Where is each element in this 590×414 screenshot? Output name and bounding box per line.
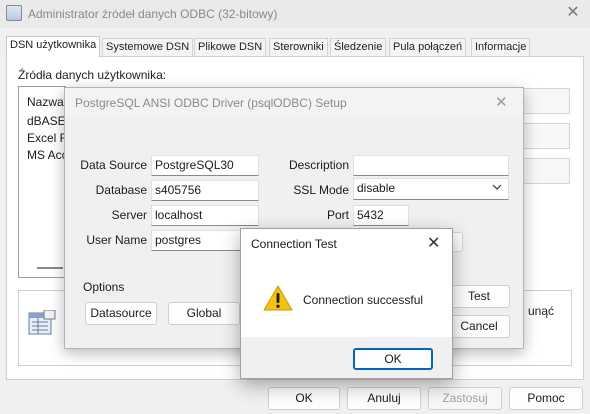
datasource-options-button[interactable]: Datasource [85,302,157,325]
ssl-mode-select[interactable]: disable [353,178,509,200]
odbc-app-icon [6,5,22,21]
connection-test-dialog: Connection Test ✕ Connection successful … [240,228,453,379]
global-options-button[interactable]: Global [168,302,240,325]
list-column-header-name[interactable]: Nazwa [27,95,64,109]
server-label: Server [111,208,147,222]
port-field[interactable]: 5432 [353,205,409,226]
list-item[interactable]: dBASE [27,114,66,128]
user-data-sources-label: Źródła danych użytkownika: [18,68,167,82]
database-label: Database [95,183,147,197]
help-button[interactable]: Pomoc [509,387,583,410]
setup-cancel-button[interactable]: Cancel [448,315,510,338]
tab-about[interactable]: Informacje [471,38,531,56]
data-source-info-icon [28,310,56,335]
user-data-sources-list[interactable]: Nazwa dBASE Excel Fi MS Acc [18,86,70,278]
list-item[interactable]: MS Acc [27,148,68,162]
admin-titlebar: Administrator źródeł danych ODBC (32-bit… [0,0,590,28]
test-button[interactable]: Test [448,285,510,308]
connection-dialog-footer: OK [241,337,452,378]
description-field[interactable] [353,155,509,176]
list-horizontal-scrollbar[interactable] [37,267,63,269]
tab-user-dsn[interactable]: DSN użytkownika [6,36,101,57]
port-label: Port [326,208,349,222]
tab-system-dsn[interactable]: Systemowe DSN [102,38,194,56]
database-field[interactable]: s405756 [151,180,259,201]
info-text-partial: unąć [528,304,555,318]
tab-drivers[interactable]: Sterowniki [269,38,328,56]
tab-tracing[interactable]: Śledzenie [330,38,387,56]
user-name-label: User Name [86,233,147,247]
ssl-mode-value: disable [357,181,396,195]
close-icon[interactable]: ✕ [427,233,440,253]
tab-file-dsn[interactable]: Plikowe DSN [194,38,267,56]
chevron-down-icon [492,184,502,190]
ok-button[interactable]: OK [353,348,433,370]
admin-close-icon[interactable]: ✕ [560,3,586,23]
data-source-field[interactable]: PostgreSQL30 [151,155,259,176]
admin-window-title: Administrator źródeł danych ODBC (32-bit… [28,7,278,21]
setup-dialog-title: PostgreSQL ANSI ODBC Driver (psqlODBC) S… [75,96,347,110]
setup-titlebar: PostgreSQL ANSI ODBC Driver (psqlODBC) S… [65,88,523,116]
data-source-label: Data Source [80,158,147,172]
cancel-button[interactable]: Anuluj [347,387,421,410]
tab-connection-pooling[interactable]: Pula połączeń [389,38,467,56]
setup-close-icon[interactable]: ✕ [495,93,508,111]
ssl-mode-label: SSL Mode [293,183,349,197]
description-label: Description [288,158,349,172]
warning-icon [263,285,293,311]
connection-message: Connection successful [303,293,424,307]
apply-button[interactable]: Zastosuj [428,387,502,410]
connection-test-title: Connection Test [251,237,337,251]
options-group-label: Options [83,280,125,294]
server-field[interactable]: localhost [151,205,259,226]
ok-button[interactable]: OK [268,387,340,410]
